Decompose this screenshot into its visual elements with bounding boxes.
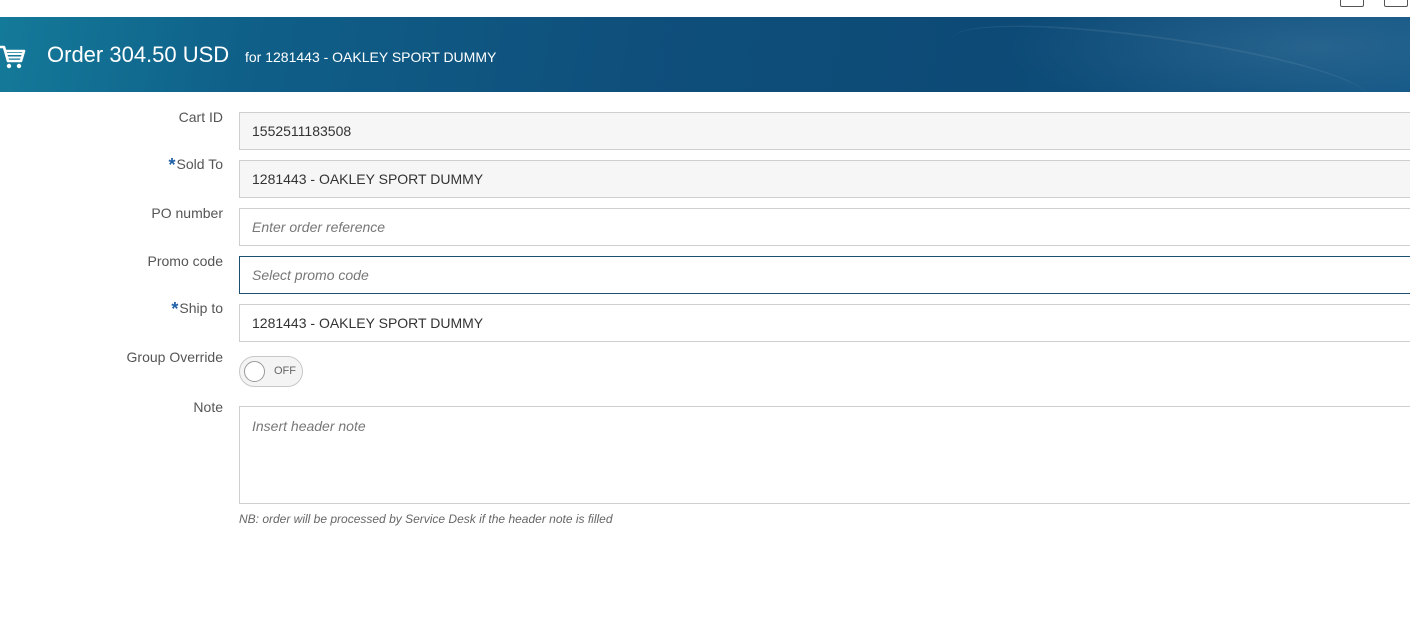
- group-override-label: Group Override: [126, 349, 223, 365]
- required-marker: *: [168, 155, 176, 175]
- cart-id-field: [239, 112, 1410, 150]
- toggle-state-label: OFF: [274, 365, 296, 377]
- sold-to-label: *Sold To: [168, 155, 223, 175]
- po-number-label: PO number: [151, 205, 223, 221]
- promo-code-label: Promo code: [147, 253, 223, 269]
- required-marker: *: [171, 299, 179, 319]
- promo-code-input[interactable]: [239, 256, 1410, 294]
- order-page: Order 304.50 USD for 1281443 - OAKLEY SP…: [0, 0, 1410, 630]
- po-number-input[interactable]: [239, 208, 1410, 246]
- note-hint: NB: order will be processed by Service D…: [239, 512, 613, 526]
- note-label: Note: [193, 399, 223, 415]
- toggle-knob: [244, 361, 265, 382]
- cart-id-label: Cart ID: [178, 109, 223, 125]
- top-toolbar-strip: [0, 0, 1410, 17]
- order-header: Order 304.50 USD for 1281443 - OAKLEY SP…: [0, 17, 1410, 92]
- ship-to-label: *Ship to: [171, 299, 223, 319]
- group-override-toggle[interactable]: OFF: [239, 356, 303, 387]
- document-icon[interactable]: [1340, 0, 1364, 7]
- cart-icon: [0, 45, 26, 69]
- note-textarea[interactable]: [239, 406, 1410, 504]
- sold-to-field[interactable]: [239, 160, 1410, 198]
- window-icon[interactable]: [1384, 0, 1408, 7]
- ship-to-select[interactable]: [239, 304, 1410, 342]
- order-title: Order 304.50 USD: [47, 42, 230, 67]
- order-subtitle: for 1281443 - OAKLEY SPORT DUMMY: [245, 49, 497, 65]
